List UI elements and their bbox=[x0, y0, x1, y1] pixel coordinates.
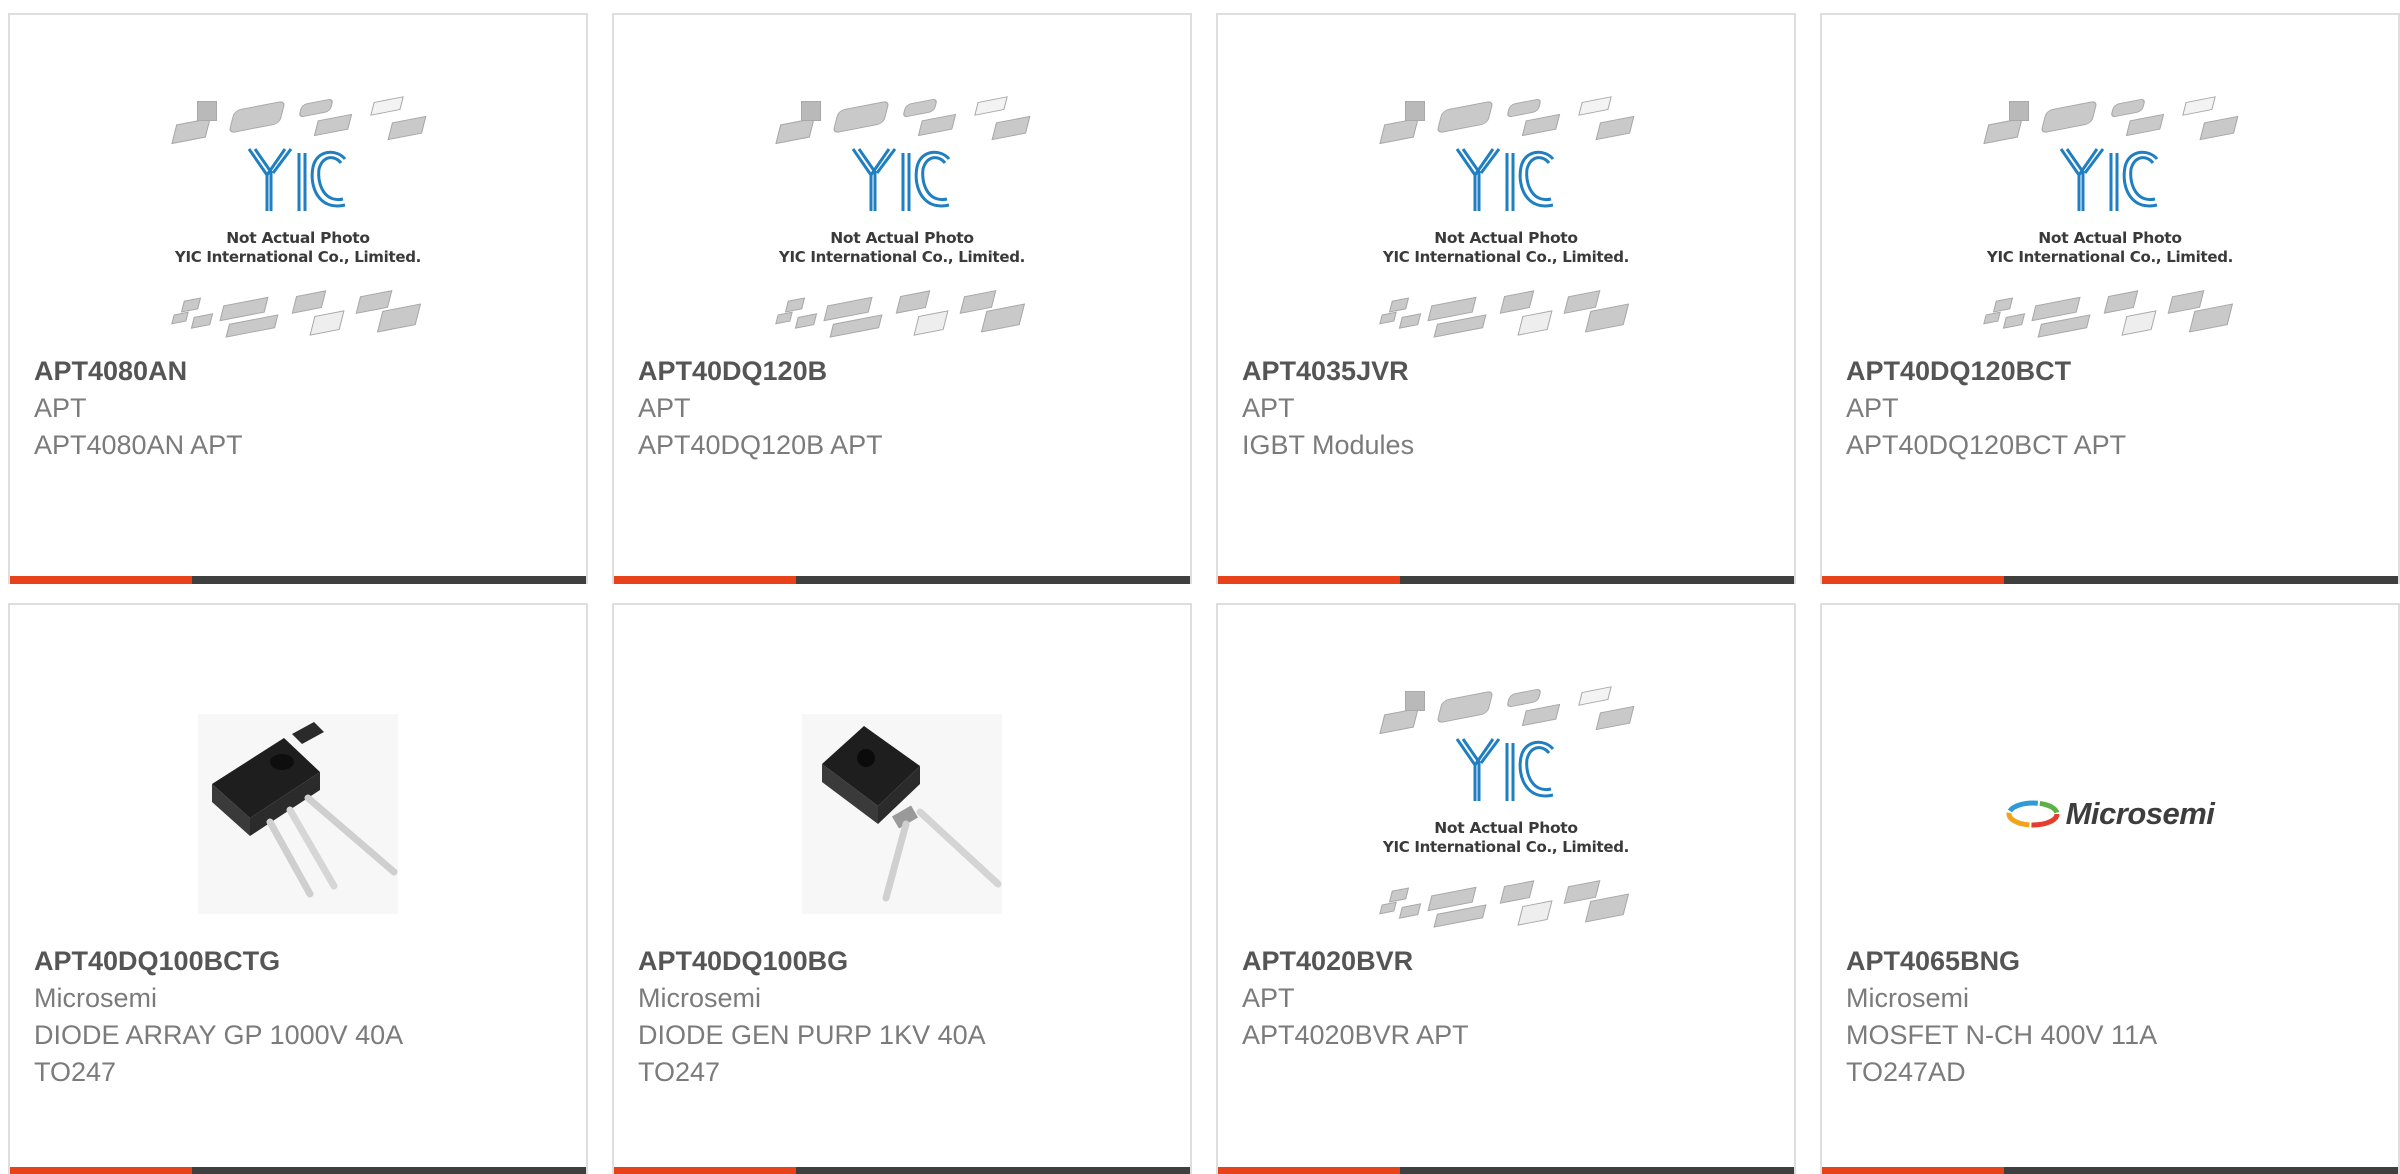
card-bottom-bar bbox=[1218, 576, 1794, 584]
product-part-number[interactable]: APT4035JVR bbox=[1242, 353, 1774, 390]
product-manufacturer: Microsemi bbox=[638, 983, 762, 1013]
product-manufacturer: APT bbox=[638, 393, 691, 423]
card-bottom-bar bbox=[1822, 1167, 2398, 1174]
product-manufacturer: Microsemi bbox=[34, 983, 158, 1013]
product-part-number[interactable]: APT40DQ100BG bbox=[638, 943, 1170, 980]
card-bottom-bar bbox=[1822, 576, 2398, 584]
product-part-number[interactable]: APT40DQ120B bbox=[638, 353, 1170, 390]
product-image[interactable] bbox=[614, 683, 1190, 945]
placeholder-caption: Not Actual Photo YIC International Co., … bbox=[1382, 819, 1630, 856]
product-description: APT40DQ120BCT APT bbox=[1846, 430, 2127, 460]
product-description-line2: TO247AD bbox=[1846, 1057, 1966, 1087]
product-part-number[interactable]: APT40DQ100BCTG bbox=[34, 943, 566, 980]
placeholder-caption: Not Actual Photo YIC International Co., … bbox=[778, 229, 1026, 266]
card-bottom-bar bbox=[614, 1167, 1190, 1174]
microsemi-logo-text: Microsemi bbox=[2065, 796, 2215, 831]
microsemi-swirl-icon bbox=[2006, 800, 2060, 828]
to247-package-icon bbox=[198, 714, 398, 914]
yic-logo-icon bbox=[2059, 148, 2159, 211]
card-bottom-bar bbox=[10, 576, 586, 584]
placeholder-caption: Not Actual Photo YIC International Co., … bbox=[174, 229, 422, 266]
product-part-number[interactable]: APT40DQ120BCT bbox=[1846, 353, 2378, 390]
card-bottom-bar bbox=[614, 576, 1190, 584]
product-card[interactable]: APT40DQ100BCTG Microsemi DIODE ARRAY GP … bbox=[8, 603, 588, 1174]
yic-logo-icon bbox=[1455, 738, 1555, 801]
not-actual-photo-placeholder: Not Actual Photo YIC International Co., … bbox=[1975, 93, 2245, 355]
not-actual-photo-placeholder: Not Actual Photo YIC International Co., … bbox=[767, 93, 1037, 355]
product-part-number[interactable]: APT4080AN bbox=[34, 353, 566, 390]
to247-package-icon bbox=[802, 714, 1002, 914]
card-bottom-bar bbox=[10, 1167, 586, 1174]
product-card[interactable]: Microsemi APT4065BNG Microsemi MOSFET N-… bbox=[1820, 603, 2400, 1174]
yic-logo-icon bbox=[1455, 148, 1555, 211]
product-manufacturer: APT bbox=[1242, 983, 1295, 1013]
product-description: APT40DQ120B APT bbox=[638, 430, 883, 460]
product-manufacturer: Microsemi bbox=[1846, 983, 1970, 1013]
product-card[interactable]: Not Actual Photo YIC International Co., … bbox=[8, 13, 588, 584]
product-card[interactable]: Not Actual Photo YIC International Co., … bbox=[1216, 13, 1796, 584]
product-part-number[interactable]: APT4020BVR bbox=[1242, 943, 1774, 980]
not-actual-photo-placeholder: Not Actual Photo YIC International Co., … bbox=[1371, 93, 1641, 355]
product-description-line2: TO247 bbox=[638, 1057, 721, 1087]
product-card[interactable]: Not Actual Photo YIC International Co., … bbox=[612, 13, 1192, 584]
microsemi-logo: Microsemi bbox=[2006, 796, 2215, 832]
product-image[interactable]: Not Actual Photo YIC International Co., … bbox=[1218, 93, 1794, 355]
product-manufacturer: APT bbox=[34, 393, 87, 423]
product-manufacturer: APT bbox=[1846, 393, 1899, 423]
product-card[interactable]: APT40DQ100BG Microsemi DIODE GEN PURP 1K… bbox=[612, 603, 1192, 1174]
placeholder-caption: Not Actual Photo YIC International Co., … bbox=[1382, 229, 1630, 266]
product-description: DIODE ARRAY GP 1000V 40A bbox=[34, 1020, 404, 1050]
product-manufacturer: APT bbox=[1242, 393, 1295, 423]
product-image[interactable]: Not Actual Photo YIC International Co., … bbox=[614, 93, 1190, 355]
product-image[interactable]: Microsemi bbox=[1822, 683, 2398, 945]
product-image[interactable]: Not Actual Photo YIC International Co., … bbox=[10, 93, 586, 355]
card-bottom-bar bbox=[1218, 1167, 1794, 1174]
product-part-number[interactable]: APT4065BNG bbox=[1846, 943, 2378, 980]
product-description-line2: TO247 bbox=[34, 1057, 117, 1087]
product-image[interactable]: Not Actual Photo YIC International Co., … bbox=[1218, 683, 1794, 945]
not-actual-photo-placeholder: Not Actual Photo YIC International Co., … bbox=[1371, 683, 1641, 945]
product-image[interactable] bbox=[10, 683, 586, 945]
placeholder-caption: Not Actual Photo YIC International Co., … bbox=[1986, 229, 2234, 266]
yic-logo-icon bbox=[851, 148, 951, 211]
yic-logo-icon bbox=[247, 148, 347, 211]
product-grid: Not Actual Photo YIC International Co., … bbox=[8, 13, 2400, 1174]
not-actual-photo-placeholder: Not Actual Photo YIC International Co., … bbox=[163, 93, 433, 355]
product-description: DIODE GEN PURP 1KV 40A bbox=[638, 1020, 986, 1050]
product-image[interactable]: Not Actual Photo YIC International Co., … bbox=[1822, 93, 2398, 355]
product-card[interactable]: Not Actual Photo YIC International Co., … bbox=[1216, 603, 1796, 1174]
product-card[interactable]: Not Actual Photo YIC International Co., … bbox=[1820, 13, 2400, 584]
product-description: APT4080AN APT bbox=[34, 430, 243, 460]
product-description: MOSFET N-CH 400V 11A bbox=[1846, 1020, 2158, 1050]
product-description: APT4020BVR APT bbox=[1242, 1020, 1469, 1050]
product-description: IGBT Modules bbox=[1242, 430, 1415, 460]
